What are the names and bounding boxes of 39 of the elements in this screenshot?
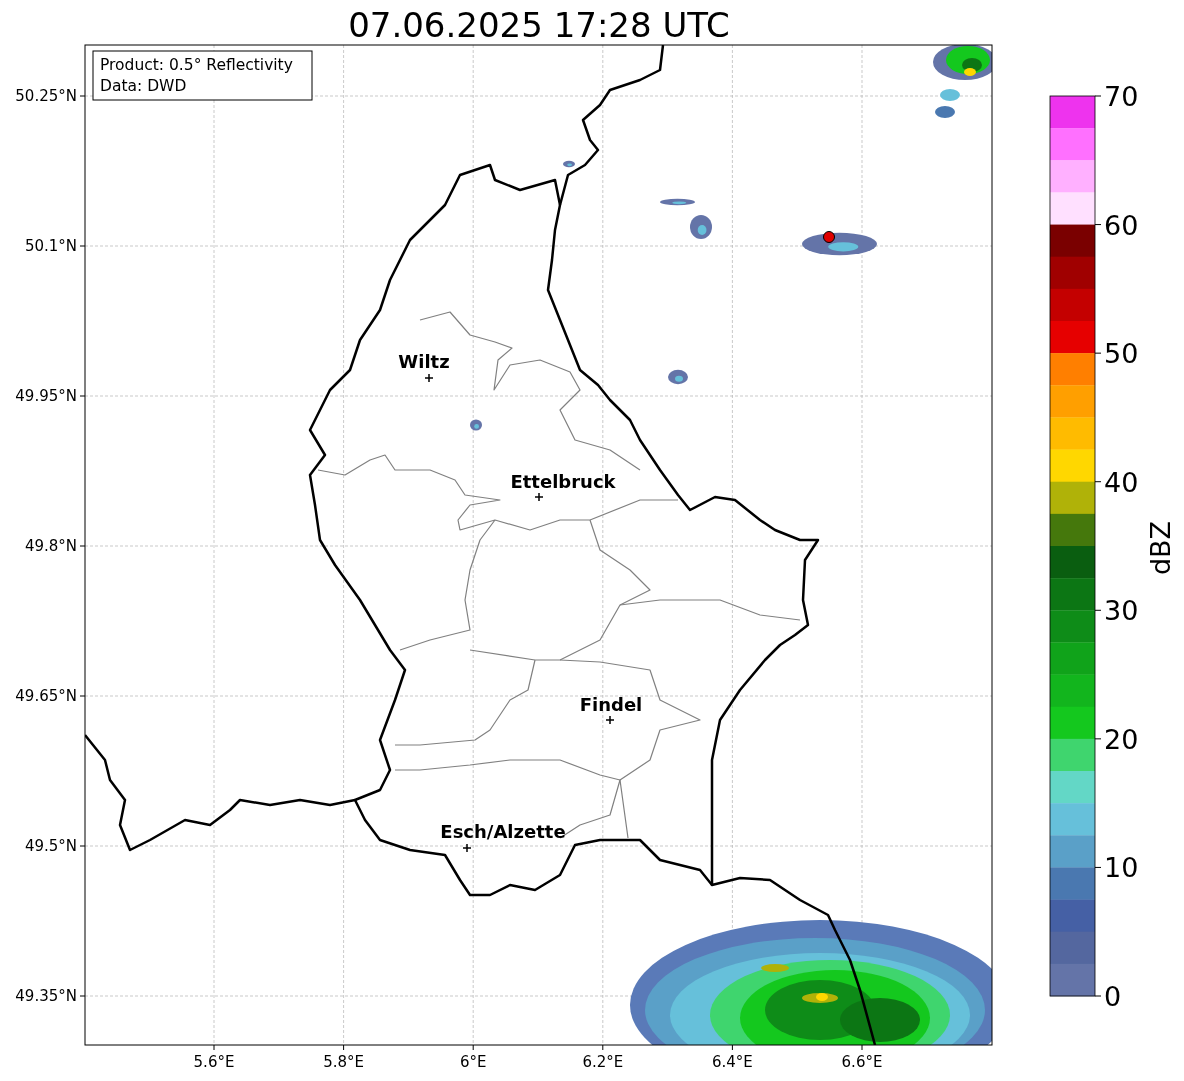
colorbar-tick-label: 70 xyxy=(1104,81,1139,112)
latitude-label: 49.5°N xyxy=(24,837,77,855)
city-marker-icon xyxy=(605,715,615,725)
radar-echo-drawing xyxy=(470,419,482,431)
city-marker-icon xyxy=(462,843,472,853)
latitude-label: 49.95°N xyxy=(15,387,77,405)
longitude-label: 6.4°E xyxy=(712,1053,753,1071)
latitude-label: 50.25°N xyxy=(15,87,77,105)
radar-echo-drawing xyxy=(563,160,575,168)
latitude-label: 49.35°N xyxy=(15,987,77,1005)
info-text: Data: DWD xyxy=(100,77,187,95)
city-label: Ettelbruck xyxy=(510,471,616,492)
info-text: Product: 0.5° Reflectivity xyxy=(100,56,293,74)
radar-echo-drawing xyxy=(690,215,712,239)
longitude-label: 5.8°E xyxy=(323,1053,364,1071)
colorbar-tick-label: 30 xyxy=(1104,595,1139,627)
colorbar-tick-label: 40 xyxy=(1104,466,1139,498)
longitude-label: 6.2°E xyxy=(582,1053,624,1071)
latitude-label: 49.65°N xyxy=(15,687,77,705)
colorbar-tick-label: 10 xyxy=(1104,852,1139,884)
longitude-label: 6°E xyxy=(459,1053,487,1071)
colorbar-tick-label: 60 xyxy=(1104,209,1139,241)
latitude-label: 49.8°N xyxy=(24,537,77,555)
chart-title: 07.06.2025 17:28 UTC xyxy=(348,5,730,45)
colorbar-label: dBZ xyxy=(1145,520,1176,576)
location-dot-icon xyxy=(823,231,835,243)
city-label: Wiltz xyxy=(398,351,450,372)
city-label: Findel xyxy=(579,694,643,715)
longitude-label: 5.6°E xyxy=(193,1053,235,1071)
colorbar-tick-label: 0 xyxy=(1104,981,1122,1012)
colorbar-tick-label: 20 xyxy=(1104,723,1139,755)
radar-echo-drawing xyxy=(668,369,688,385)
city-marker-icon xyxy=(534,492,544,502)
latitude-label: 50.1°N xyxy=(24,237,77,255)
radar-echo-drawing xyxy=(660,198,695,206)
city-marker-icon xyxy=(424,373,434,383)
longitude-label: 6.6°E xyxy=(841,1053,883,1071)
colorbar-tick-label: 50 xyxy=(1104,338,1139,370)
city-label: Esch/Alzette xyxy=(440,821,566,842)
